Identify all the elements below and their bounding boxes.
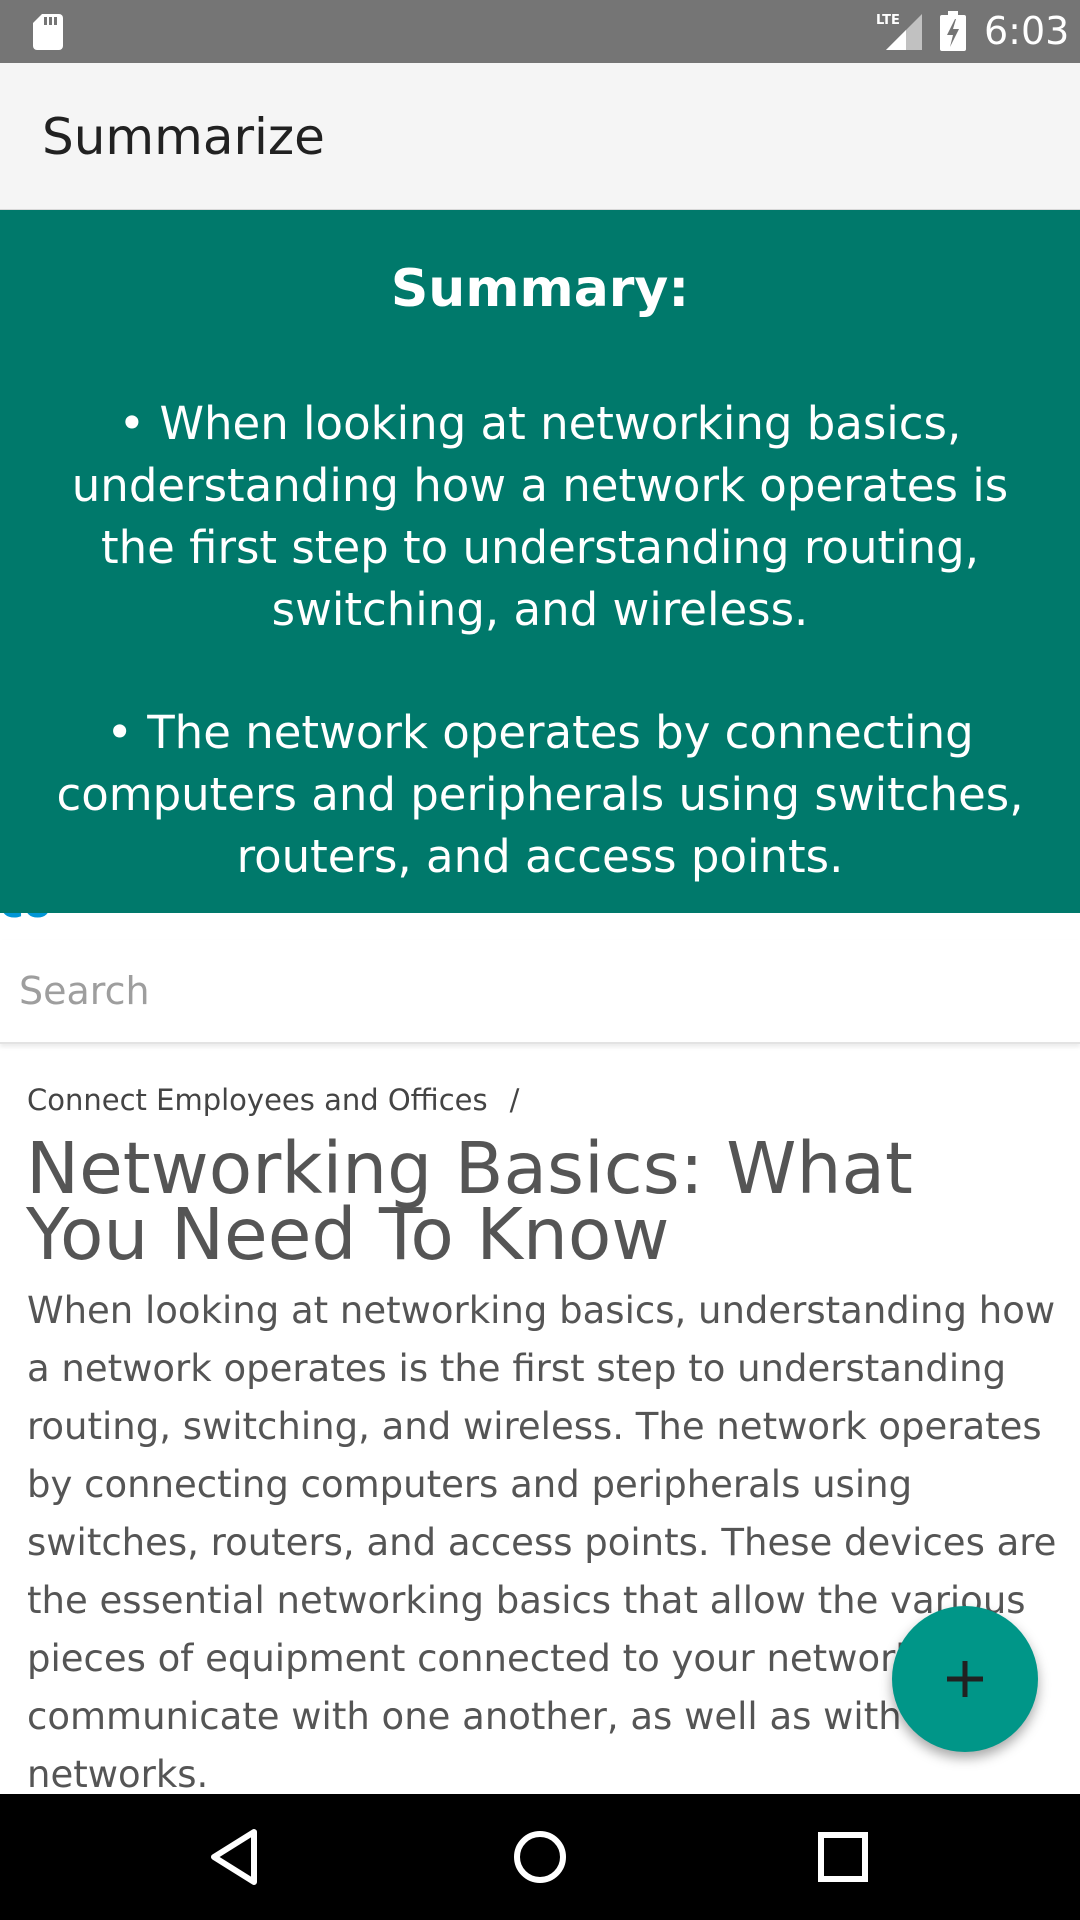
back-icon[interactable] <box>200 1822 270 1892</box>
summary-bullet: • The network operates by connecting com… <box>56 706 1024 883</box>
app-title: Summarize <box>42 108 325 166</box>
summary-panel: Summary: • When looking at networking ba… <box>0 210 1080 913</box>
plus-icon <box>947 1661 983 1697</box>
lte-signal-icon: LTE <box>876 13 922 50</box>
navigation-bar <box>0 1794 1080 1920</box>
article-title: Networking Basics: What You Need To Know <box>26 1127 913 1276</box>
add-button[interactable] <box>892 1606 1038 1752</box>
breadcrumb: Connect Employees and Offices / <box>27 1082 519 1118</box>
svg-text:LTE: LTE <box>876 13 900 28</box>
summary-bullet: • When looking at networking basics, und… <box>71 397 1009 636</box>
sd-card-icon <box>33 14 63 50</box>
search-input[interactable] <box>0 940 1080 1044</box>
status-clock: 6:03 <box>984 9 1070 53</box>
status-bar: LTE 6:03 <box>0 0 1080 63</box>
home-icon[interactable] <box>505 1822 575 1892</box>
recents-icon[interactable] <box>808 1822 878 1892</box>
battery-charging-icon <box>940 11 966 51</box>
breadcrumb-item[interactable]: Connect Employees and Offices <box>27 1083 488 1117</box>
app-bar: Summarize <box>0 63 1080 210</box>
summary-heading: Summary: <box>390 259 690 319</box>
breadcrumb-separator: / <box>509 1083 520 1117</box>
